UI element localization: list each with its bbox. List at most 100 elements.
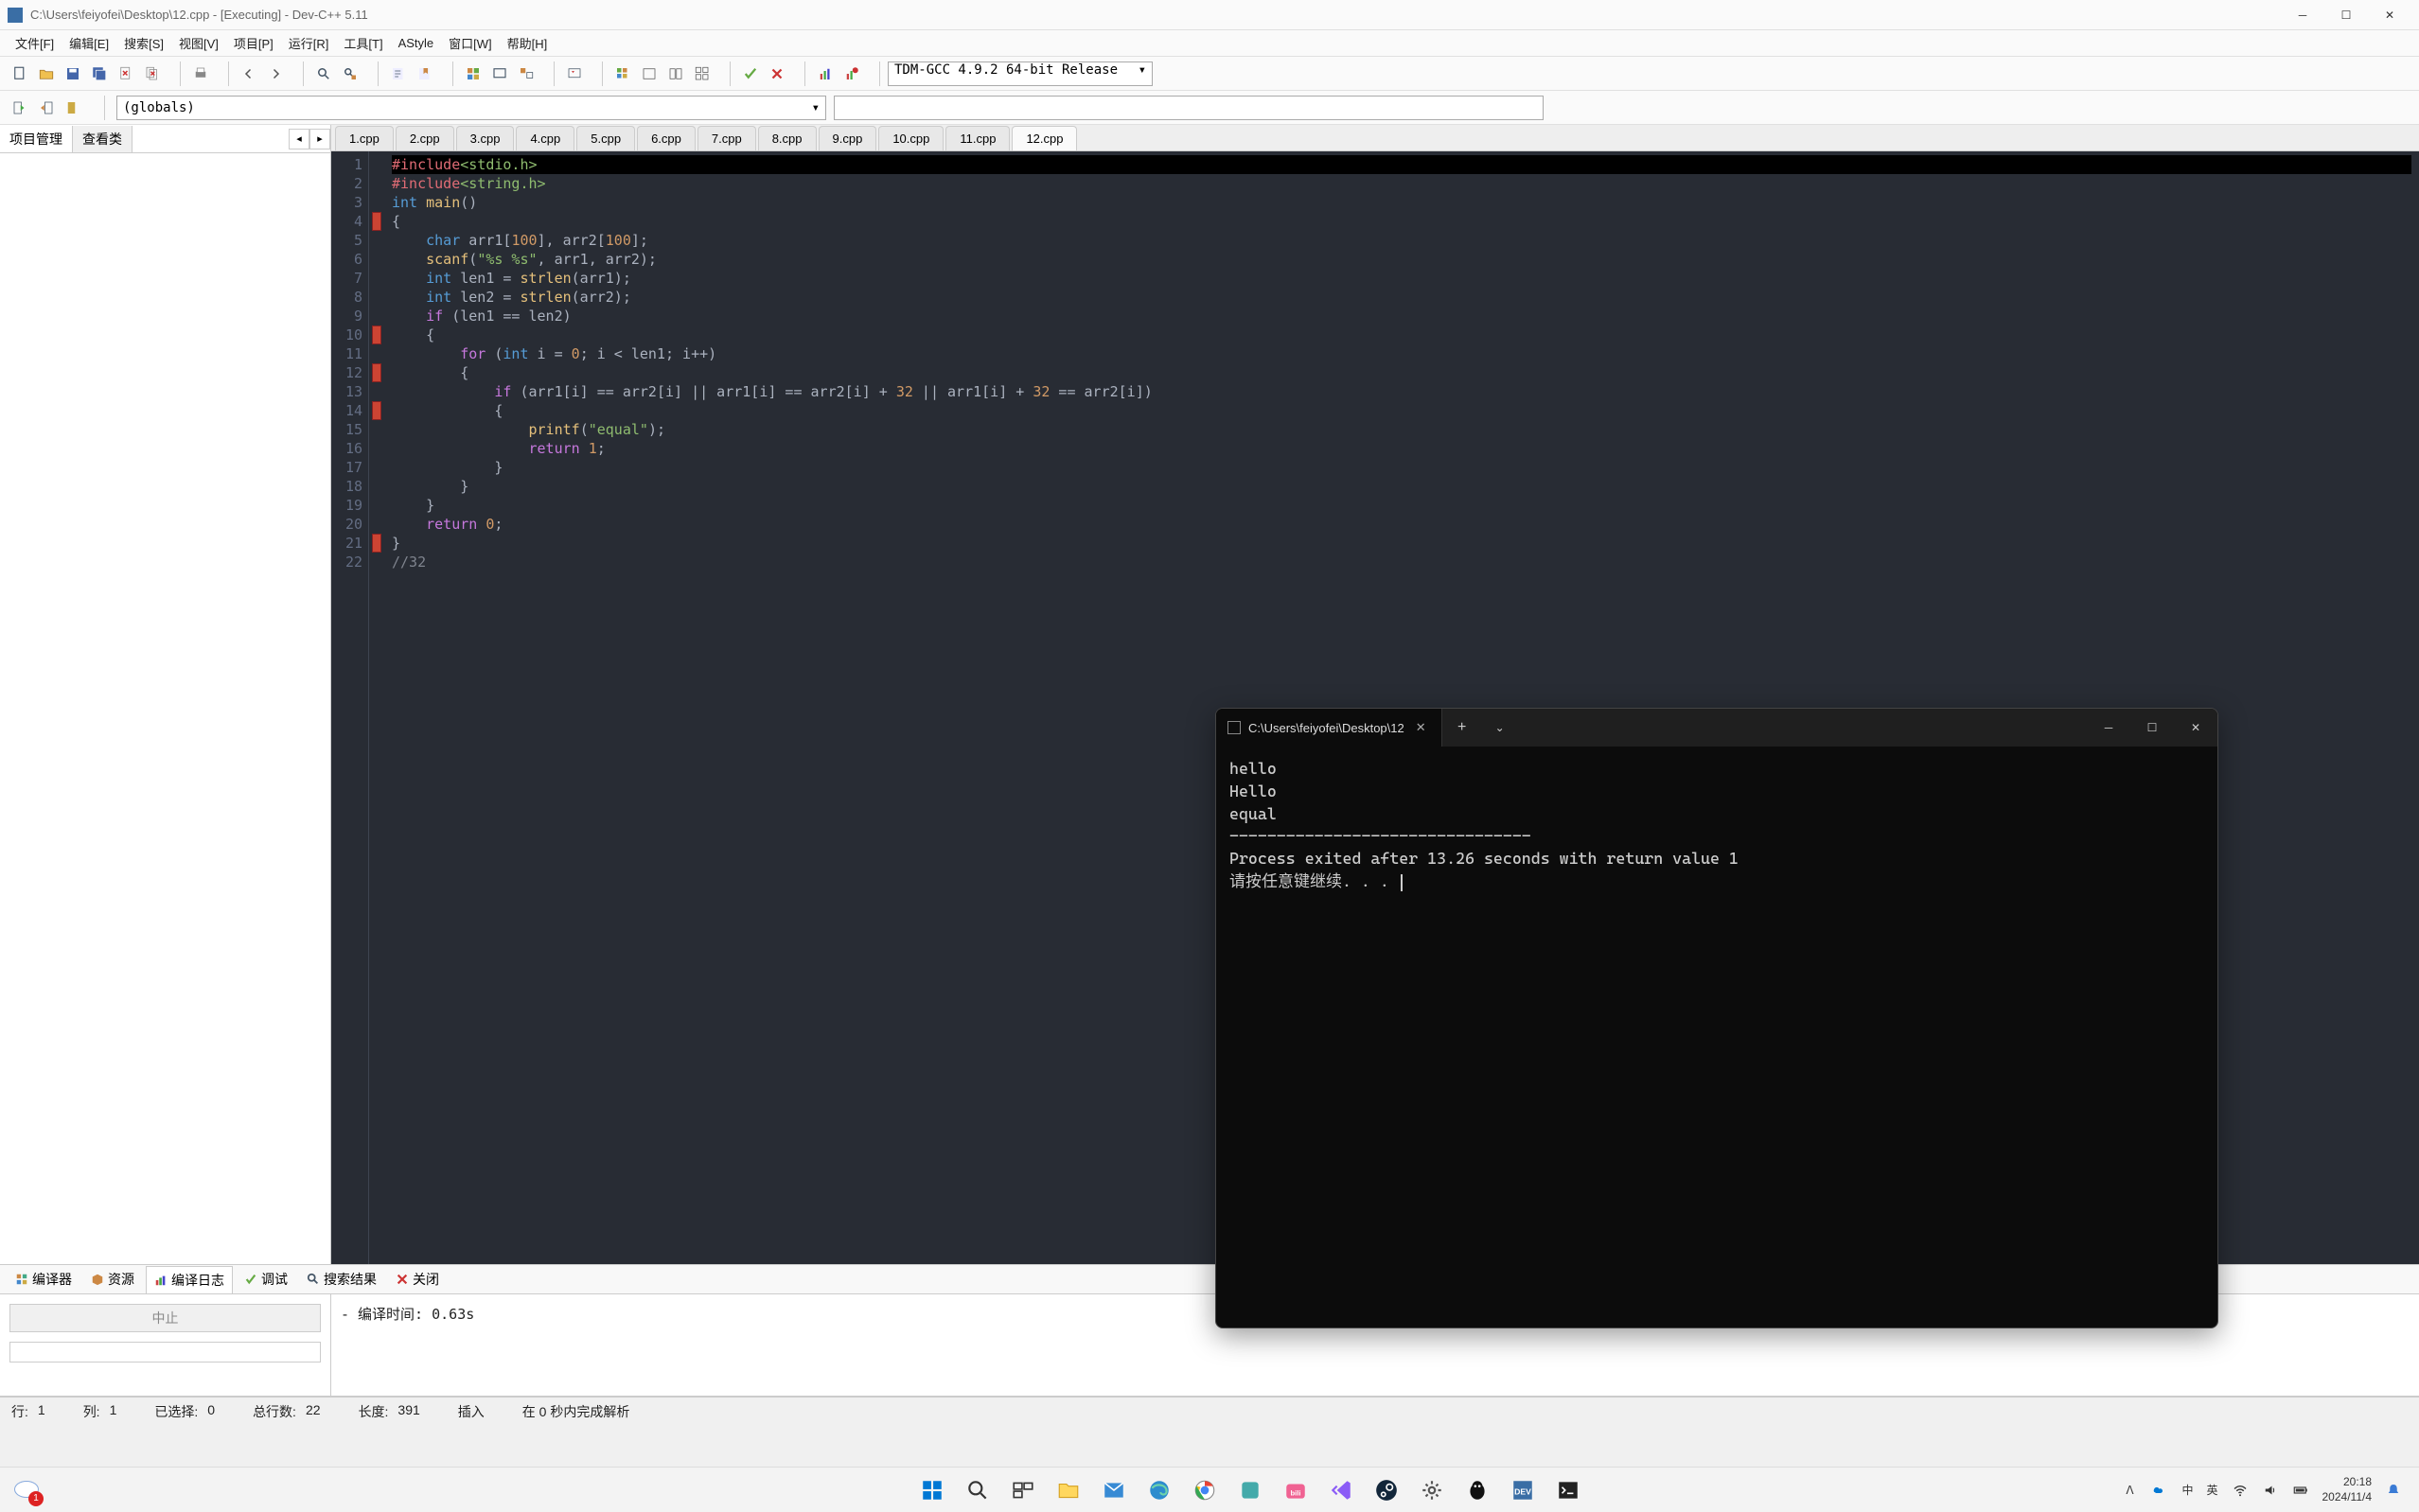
terminal-titlebar[interactable]: C:\Users\feiyofei\Desktop\12 ✕ + ⌄ ─ ☐ ✕ — [1216, 709, 2217, 747]
menu-item-4[interactable]: 项目[P] — [226, 30, 281, 56]
run-button[interactable] — [487, 62, 512, 86]
app1-button[interactable] — [1231, 1471, 1269, 1509]
output-tab-0[interactable]: 编译器 — [8, 1266, 79, 1292]
debug-stop-button[interactable] — [765, 62, 789, 86]
output-tab-5[interactable]: 关闭 — [388, 1266, 447, 1292]
close-all-button[interactable] — [140, 62, 165, 86]
grid-icon-button[interactable] — [610, 62, 635, 86]
terminal-close-button[interactable]: ✕ — [2174, 709, 2217, 747]
search-button[interactable] — [311, 62, 336, 86]
weather-widget[interactable]: 1 — [11, 1474, 44, 1506]
output-tab-2[interactable]: 编译日志 — [146, 1266, 233, 1293]
file-tab-4-cpp[interactable]: 4.cpp — [516, 126, 574, 150]
onedrive-icon[interactable] — [2151, 1482, 2168, 1499]
start-button[interactable] — [913, 1471, 951, 1509]
battery-icon[interactable] — [2292, 1482, 2309, 1499]
goto-line-button[interactable] — [386, 62, 411, 86]
undo-button[interactable] — [237, 62, 261, 86]
mail-button[interactable] — [1095, 1471, 1133, 1509]
maximize-button[interactable]: ☐ — [2324, 1, 2368, 29]
terminal-body[interactable]: hello Hello equal ----------------------… — [1216, 747, 2217, 1327]
rebuild-button[interactable] — [562, 62, 587, 86]
terminal-tab[interactable]: C:\Users\feiyofei\Desktop\12 ✕ — [1216, 709, 1442, 747]
explorer-button[interactable] — [1050, 1471, 1087, 1509]
new-file-button[interactable] — [8, 62, 32, 86]
globals-select[interactable]: (globals) ▾ — [116, 96, 826, 120]
notifications-icon[interactable] — [2385, 1482, 2402, 1499]
panel-button[interactable] — [637, 62, 662, 86]
wifi-icon[interactable] — [2232, 1482, 2249, 1499]
open-button[interactable] — [34, 62, 59, 86]
menu-item-2[interactable]: 搜索[S] — [116, 30, 171, 56]
compile-run-button[interactable] — [514, 62, 539, 86]
clock[interactable]: 20:18 2024/11/4 — [2322, 1475, 2373, 1504]
terminal-add-tab[interactable]: + — [1442, 719, 1482, 736]
menu-item-3[interactable]: 视图[V] — [171, 30, 226, 56]
volume-icon[interactable] — [2262, 1482, 2279, 1499]
minimize-button[interactable]: ─ — [2281, 1, 2324, 29]
file-tab-12-cpp[interactable]: 12.cpp — [1012, 126, 1077, 150]
file-tab-9-cpp[interactable]: 9.cpp — [819, 126, 877, 150]
file-tab-8-cpp[interactable]: 8.cpp — [758, 126, 817, 150]
menu-item-6[interactable]: 工具[T] — [336, 30, 390, 56]
project-tree[interactable] — [0, 153, 330, 1264]
tray-chevron-icon[interactable]: ᐱ — [2121, 1482, 2138, 1499]
file-tab-3-cpp[interactable]: 3.cpp — [456, 126, 515, 150]
abort-button[interactable]: 中止 — [9, 1304, 321, 1332]
save-all-button[interactable] — [87, 62, 112, 86]
vs-button[interactable] — [1322, 1471, 1360, 1509]
menu-item-1[interactable]: 编辑[E] — [62, 30, 116, 56]
ime-status-2[interactable]: 英 — [2206, 1482, 2217, 1498]
menu-item-5[interactable]: 运行[R] — [281, 30, 337, 56]
symbols-select[interactable] — [834, 96, 1544, 120]
output-tab-4[interactable]: 搜索结果 — [299, 1266, 384, 1292]
menu-item-9[interactable]: 帮助[H] — [500, 30, 556, 56]
taskview-button[interactable] — [1004, 1471, 1042, 1509]
menu-item-0[interactable]: 文件[F] — [8, 30, 62, 56]
goto-out-button[interactable] — [34, 96, 59, 120]
debug-check-button[interactable] — [738, 62, 763, 86]
steam-button[interactable] — [1368, 1471, 1405, 1509]
print-button[interactable] — [188, 62, 213, 86]
output-tab-3[interactable]: 调试 — [237, 1266, 295, 1292]
terminal-maximize-button[interactable]: ☐ — [2130, 709, 2174, 747]
profile-button[interactable] — [813, 62, 838, 86]
redo-button[interactable] — [263, 62, 288, 86]
save-button[interactable] — [61, 62, 85, 86]
grid2-button[interactable] — [690, 62, 715, 86]
bookmark-button[interactable] — [61, 96, 85, 120]
bookmarks-button[interactable] — [413, 62, 437, 86]
menu-item-7[interactable]: AStyle — [391, 32, 442, 54]
terminal-minimize-button[interactable]: ─ — [2087, 709, 2130, 747]
terminal-taskbar-button[interactable] — [1549, 1471, 1587, 1509]
menu-item-8[interactable]: 窗口[W] — [441, 30, 500, 56]
bilibili-button[interactable]: bili — [1277, 1471, 1315, 1509]
output-tab-1[interactable]: 资源 — [83, 1266, 142, 1292]
file-tab-7-cpp[interactable]: 7.cpp — [697, 126, 756, 150]
goto-in-button[interactable] — [8, 96, 32, 120]
chrome-button[interactable] — [1186, 1471, 1224, 1509]
close-button[interactable]: ✕ — [2368, 1, 2411, 29]
devc-taskbar-button[interactable]: DEV — [1504, 1471, 1542, 1509]
file-tab-6-cpp[interactable]: 6.cpp — [637, 126, 696, 150]
compile-button[interactable] — [461, 62, 486, 86]
ime-status-1[interactable]: 中 — [2181, 1482, 2193, 1498]
tab-nav-right[interactable]: ▸ — [309, 129, 330, 149]
terminal-tab-dropdown[interactable]: ⌄ — [1484, 721, 1516, 734]
tab-nav-left[interactable]: ◂ — [289, 129, 309, 149]
panel2-button[interactable] — [663, 62, 688, 86]
compiler-select[interactable]: TDM-GCC 4.9.2 64-bit Release ▾ — [888, 62, 1153, 86]
file-tab-2-cpp[interactable]: 2.cpp — [396, 126, 454, 150]
file-tab-1-cpp[interactable]: 1.cpp — [335, 126, 394, 150]
tab-class-view[interactable]: 查看类 — [73, 126, 132, 152]
delete-profile-button[interactable] — [839, 62, 864, 86]
replace-button[interactable] — [338, 62, 362, 86]
file-tab-11-cpp[interactable]: 11.cpp — [945, 126, 1010, 150]
edge-button[interactable] — [1140, 1471, 1178, 1509]
settings-button[interactable] — [1413, 1471, 1451, 1509]
close-file-button[interactable] — [114, 62, 138, 86]
file-tab-5-cpp[interactable]: 5.cpp — [576, 126, 635, 150]
search-taskbar-button[interactable] — [959, 1471, 997, 1509]
qq-button[interactable] — [1458, 1471, 1496, 1509]
terminal-tab-close[interactable]: ✕ — [1412, 720, 1430, 735]
